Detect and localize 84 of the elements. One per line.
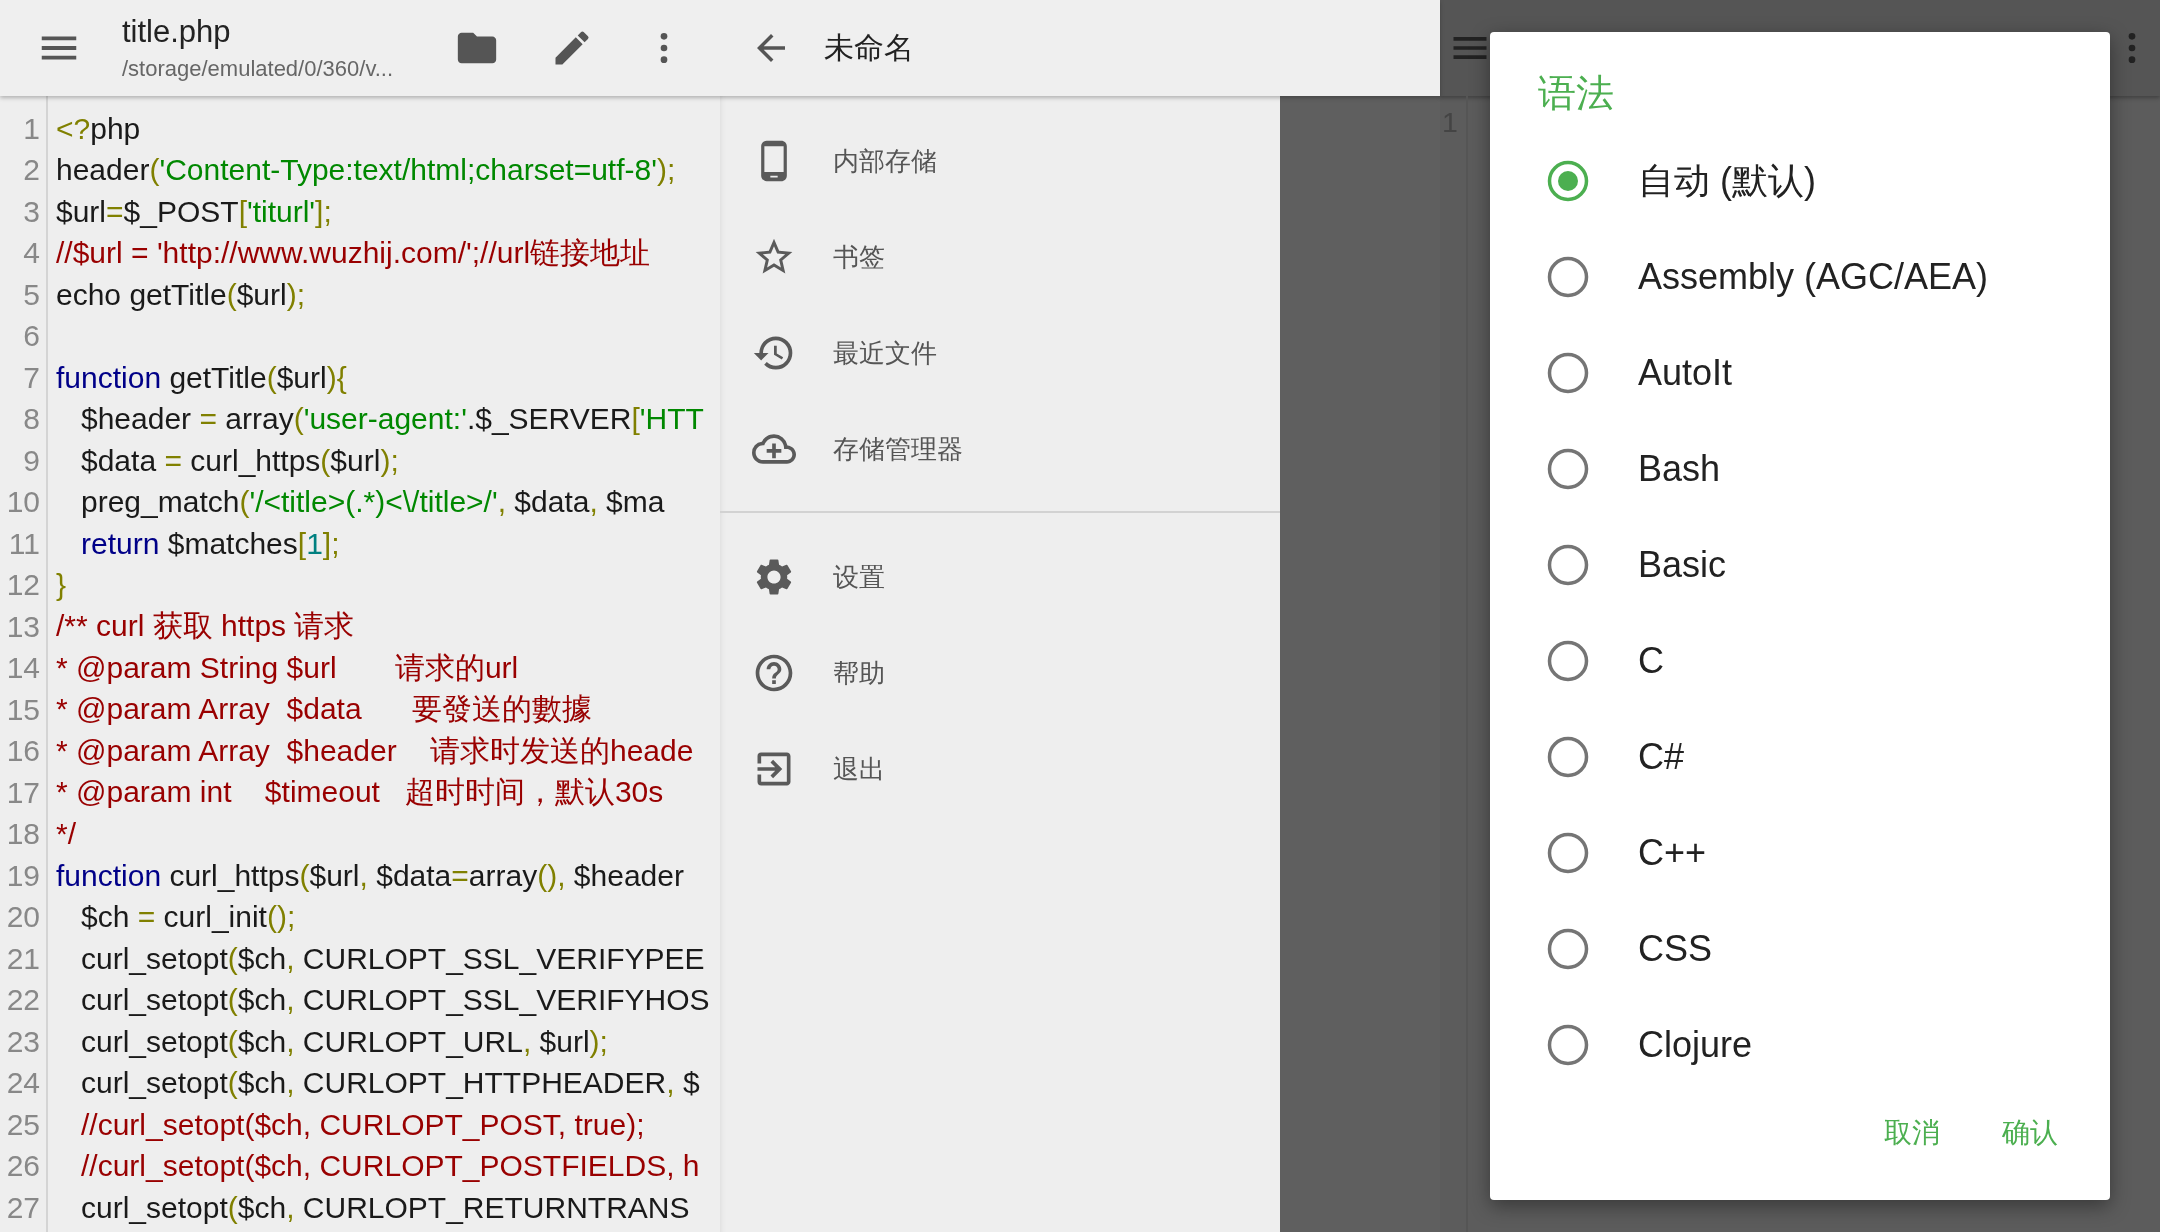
line-number: 12 [5,568,40,603]
line-number: 2 [22,153,40,188]
line-number: 20 [5,900,40,935]
line-number: 24 [5,1066,40,1101]
code-line: $data = curl_https($url); [80,443,400,478]
radio-button[interactable] [1546,255,1590,299]
line-number: 18 [5,817,40,852]
line-number: 11 [7,526,40,561]
line-number: 7 [22,360,40,395]
code-line: /** curl 获取 https 请求 [56,608,356,645]
syntax-option[interactable]: C++ [1490,805,2110,901]
file-path: /storage/emulated/0/360/v... [122,56,395,82]
code-line: return $matches[1]; [80,526,341,561]
code-line: <?php [56,111,142,146]
code-line: curl_setopt($ch, CURLOPT_SSL_VERIFYHOS [80,983,711,1018]
code-line: curl_setopt($ch, CURLOPT_URL, $url); [80,1024,609,1059]
code-line: //curl_setopt($ch, CURLOPT_POSTFIELDS, h [80,1149,701,1184]
line-number: 10 [5,485,40,520]
radio-button[interactable] [1546,639,1590,683]
line-number: 4 [22,236,40,271]
line-number: 25 [5,1107,40,1142]
radio-button[interactable] [1546,1023,1590,1067]
syntax-option[interactable]: Basic [1490,517,2110,613]
syntax-option[interactable]: C [1490,613,2110,709]
drawer-item[interactable]: 内部存储 [720,113,1280,209]
line-number: 27 [5,1190,40,1225]
code-line: //$url = 'http://www.wuzhij.com/';//url链接地址 [56,234,652,271]
code-line: curl_setopt($ch, CURLOPT_HTTPHEADER, $ [80,1066,701,1101]
syntax-option[interactable]: Bash [1490,421,2110,517]
code-line: $header = array('user-agent:'.$_SERVER['HTT [80,402,705,437]
line-number: 6 [22,319,40,354]
radio-button[interactable] [1546,927,1590,971]
radio-button[interactable] [1546,351,1590,395]
line-number: 14 [5,651,40,686]
code-line: preg_match('/<title>(.*)<\/title>/', $data, $ma [80,485,666,520]
code-line: header('Content-Type:text/html;charset=utf-8'); [56,153,677,188]
code-line: function getTitle($url){ [56,360,348,395]
code-line: $ch = curl_init(); [80,900,297,935]
code-line: echo getTitle($url); [56,277,306,312]
syntax-option[interactable]: C# [1490,709,2110,805]
radio-button[interactable] [1546,543,1590,587]
code-line: $url=$_POST['titurl']; [56,194,333,229]
radio-button[interactable] [1546,159,1590,203]
code-line: //curl_setopt($ch, CURLOPT_POST, true); [80,1107,646,1142]
syntax-option[interactable]: Clojure [1490,997,2110,1093]
line-number: 5 [22,277,40,312]
line-number: 15 [5,692,40,727]
code-line: function curl_https($url, $data=array(), $header [56,858,685,893]
line-number: 21 [5,941,40,976]
line-number: 16 [5,734,40,769]
code-line: * @param Array $header 请求时发送的heade [56,732,695,769]
syntax-option[interactable]: 自动 (默认) [1490,133,2110,229]
code-line: * @param Array $data 要發送的數據 [56,691,593,728]
line-number: 13 [5,609,40,644]
line-number: 23 [5,1024,40,1059]
drawer-item[interactable]: 存储管理器 [720,401,1280,497]
code-line: curl_setopt($ch, CURLOPT_SSL_VERIFYPEE [80,941,706,976]
drawer-item[interactable]: 帮助 [720,625,1280,721]
drawer-item[interactable]: 设置 [720,529,1280,625]
drawer-item[interactable]: 书签 [720,209,1280,305]
radio-button[interactable] [1546,735,1590,779]
syntax-option[interactable]: AutoIt [1490,325,2110,421]
line-number: 1 [22,111,40,146]
code-line: * @param int $timeout 超时时间，默认30s [56,774,665,811]
code-line: } [56,568,68,603]
line-number: 3 [22,194,40,229]
line-number: 19 [5,858,40,893]
line-number: 26 [5,1149,40,1184]
drawer-item[interactable]: 退出 [720,721,1280,817]
line-number: 9 [22,443,40,478]
code-line: * @param String $url 请求的url [56,649,520,686]
drawer-item[interactable]: 最近文件 [720,305,1280,401]
line-number: 22 [5,983,40,1018]
syntax-option[interactable]: Assembly (AGC/AEA) [1490,229,2110,325]
radio-button[interactable] [1546,831,1590,875]
syntax-option[interactable]: CSS [1490,901,2110,997]
drawer-title: 未命名 [824,29,914,66]
line-number: 8 [22,402,40,437]
code-line: */ [56,817,77,852]
dialog-title: 语法 [1538,71,1615,116]
file-title: title.php [122,14,232,50]
line-number: 17 [5,775,40,810]
radio-button[interactable] [1546,447,1590,491]
code-line: curl_setopt($ch, CURLOPT_RETURNTRANS [80,1190,691,1225]
